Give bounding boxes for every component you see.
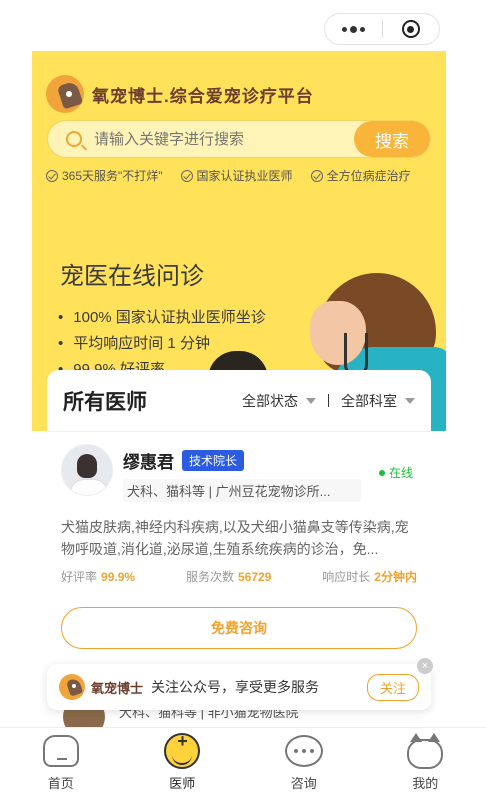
feature-item: 国家认证执业医师 xyxy=(180,167,293,184)
brand-header: 氧宠博士.综合爱宠诊疗平台 xyxy=(46,75,314,113)
feature-label: 国家认证执业医师 xyxy=(196,169,293,183)
search-icon xyxy=(66,131,82,147)
doctor-title-badge: 技术院长 xyxy=(182,450,245,471)
doctor-card-header: 缪惠君 技术院长 犬科、猫科等 | 广州豆花宠物诊所... 在线 xyxy=(61,444,417,502)
follow-button[interactable]: 关注 xyxy=(366,673,419,701)
doctor-list-panel: 所有医师 全部状态 全部科室 缪惠君 技术院长 犬科、猫科等 | 广州豆花宠物诊… xyxy=(47,370,431,670)
brand-logo-icon xyxy=(46,75,84,113)
brand-logo-icon xyxy=(59,674,85,700)
online-status-label: 在线 xyxy=(388,466,413,480)
filter-bar: 全部状态 全部科室 xyxy=(242,391,415,411)
doctor-name: 缪惠君 xyxy=(123,453,174,472)
doctor-department: 犬科、猫科等 | 广州豆花宠物诊所... xyxy=(123,479,361,502)
close-miniprogram-button[interactable] xyxy=(382,13,439,45)
service-count-stat: 服务次数 56729 xyxy=(186,568,271,585)
check-circle-icon xyxy=(310,169,323,182)
tab-doctors[interactable]: 医师 xyxy=(122,728,244,807)
tab-label: 首页 xyxy=(47,776,74,791)
filter-divider xyxy=(328,394,329,407)
search-button[interactable]: 搜索 xyxy=(354,121,430,157)
feature-item: 全方位病症治疗 xyxy=(310,167,411,184)
tab-label: 咨询 xyxy=(290,776,317,791)
chat-icon xyxy=(284,735,323,767)
check-circle-icon xyxy=(46,169,58,182)
feature-label: 365天服务"不打烊" xyxy=(62,169,163,183)
doctor-info: 缪惠君 技术院长 犬科、猫科等 | 广州豆花宠物诊所... xyxy=(123,444,361,502)
doctor-stats: 好评率 99.9% 服务次数 56729 响应时长 2分钟内 xyxy=(61,568,417,585)
doctor-avatar xyxy=(61,444,113,496)
brand-title: 氧宠博士.综合爱宠诊疗平台 xyxy=(92,86,314,106)
tab-consult[interactable]: 咨询 xyxy=(243,728,365,807)
stat-label: 好评率 xyxy=(61,570,98,584)
triangle-down-icon xyxy=(306,397,316,404)
online-dot-icon xyxy=(378,469,385,476)
tab-label: 我的 xyxy=(412,776,439,791)
doctor-card[interactable]: 缪惠君 技术院长 犬科、猫科等 | 广州豆花宠物诊所... 在线 犬猫皮肤病,神… xyxy=(47,432,431,649)
feature-label: 全方位病症治疗 xyxy=(326,169,411,183)
free-consult-button[interactable]: 免费咨询 xyxy=(61,607,417,649)
tab-label: 医师 xyxy=(169,776,196,791)
cat-profile-icon xyxy=(407,733,444,769)
stat-label: 服务次数 xyxy=(185,570,234,584)
status-filter-label: 全部状态 xyxy=(242,392,298,409)
rating-stat: 好评率 99.9% xyxy=(61,568,135,585)
stat-value: 56729 xyxy=(237,570,272,584)
triangle-down-icon xyxy=(405,397,415,404)
miniprogram-capsule xyxy=(324,13,440,45)
feature-item: 365天服务"不打烊" xyxy=(46,167,163,184)
home-icon xyxy=(42,735,79,767)
doctor-name-row: 缪惠君 技术院长 xyxy=(123,448,361,473)
more-dots-icon xyxy=(341,25,365,33)
target-icon xyxy=(401,20,420,38)
doctor-description: 犬猫皮肤病,神经内科疾病,以及犬细小猫鼻支等传染病,宠物呼吸道,消化道,泌尿道,… xyxy=(61,519,409,557)
status-filter[interactable]: 全部状态 xyxy=(242,391,316,411)
search-bar: 搜索 xyxy=(47,120,431,158)
online-status: 在线 xyxy=(378,464,413,481)
stat-value: 2分钟内 xyxy=(374,570,417,584)
tab-home[interactable]: 首页 xyxy=(0,728,122,807)
stat-value: 99.9% xyxy=(101,570,136,584)
follow-text: 关注公众号，享受更多服务 xyxy=(151,679,320,695)
stat-label: 响应时长 xyxy=(322,570,371,584)
department-filter-label: 全部科室 xyxy=(341,392,397,409)
promo-point: 100% 国家认证执业医师坐诊 xyxy=(58,305,266,331)
bottom-tab-bar: 首页 医师 咨询 我的 xyxy=(0,727,486,807)
doctor-icon xyxy=(164,731,201,769)
department-filter[interactable]: 全部科室 xyxy=(341,391,415,411)
check-circle-icon xyxy=(180,169,193,182)
search-input[interactable] xyxy=(94,130,354,148)
close-icon[interactable]: × xyxy=(417,658,433,674)
promo-title: 宠医在线问诊 xyxy=(60,263,204,290)
more-button[interactable] xyxy=(325,13,382,45)
tab-profile[interactable]: 我的 xyxy=(365,728,486,807)
response-time-stat: 响应时长 2分钟内 xyxy=(322,568,417,585)
feature-list: 365天服务"不打烊" 国家认证执业医师 全方位病症治疗 xyxy=(46,167,411,184)
follow-brand: 氧宠博士 xyxy=(91,680,144,696)
doctor-list-header: 所有医师 全部状态 全部科室 xyxy=(47,370,431,432)
doctor-list-title: 所有医师 xyxy=(63,390,147,414)
follow-account-bar: 氧宠博士 关注公众号，享受更多服务 关注 × xyxy=(47,658,433,710)
